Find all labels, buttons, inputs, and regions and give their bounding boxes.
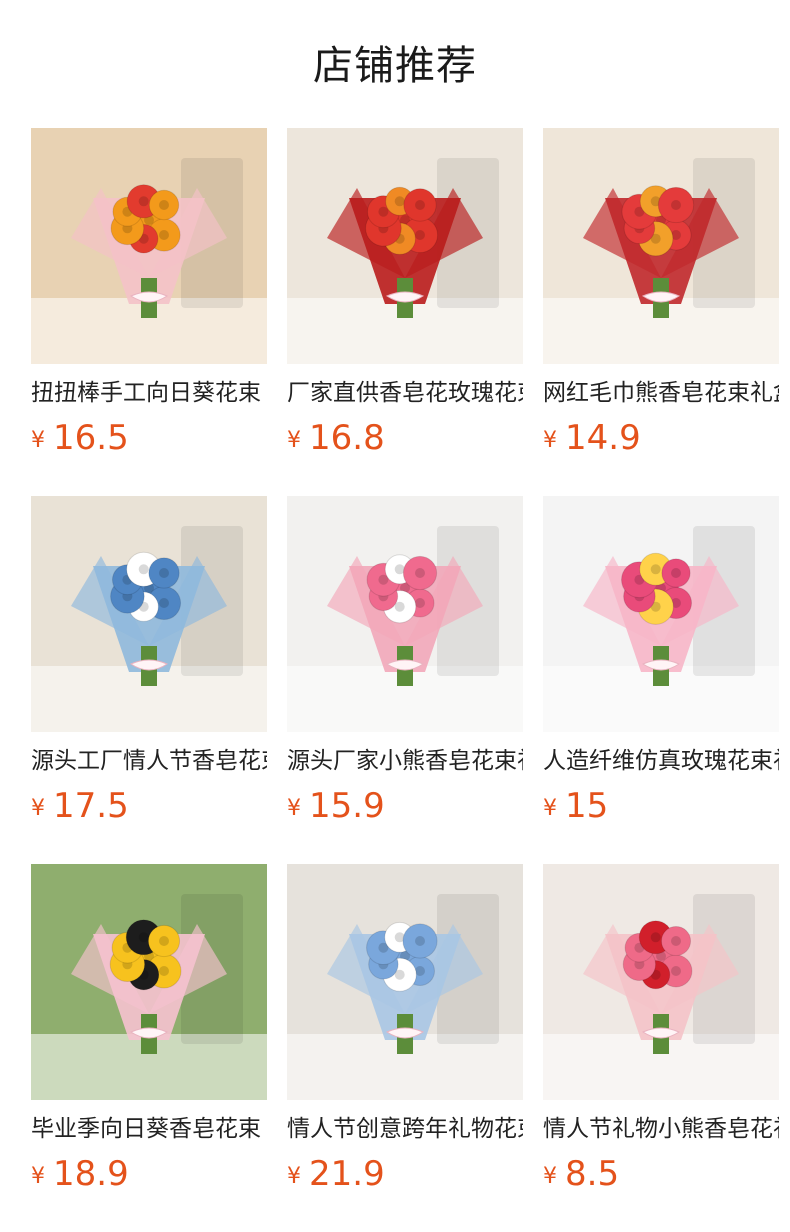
product-price: ¥17.5	[31, 784, 267, 834]
currency-symbol: ¥	[31, 428, 45, 453]
price-value: 17.5	[53, 786, 129, 826]
product-name[interactable]: 扭扭棒手工向日葵花束	[31, 376, 267, 410]
currency-symbol: ¥	[543, 428, 557, 453]
product-image[interactable]	[543, 128, 779, 364]
product-card[interactable]: 人造纤维仿真玫瑰花束礼盒 ¥15	[543, 496, 779, 834]
product-price: ¥16.5	[31, 416, 267, 466]
price-value: 18.9	[53, 1154, 129, 1194]
product-name[interactable]: 人造纤维仿真玫瑰花束礼盒	[543, 744, 779, 778]
product-image[interactable]	[543, 496, 779, 732]
product-image[interactable]	[543, 864, 779, 1100]
product-card[interactable]: 情人节礼物小熊香皂花礼盒 ¥8.5	[543, 864, 779, 1202]
currency-symbol: ¥	[287, 796, 301, 821]
product-card[interactable]: 源头厂家小熊香皂花束礼盒 ¥15.9	[287, 496, 523, 834]
product-name[interactable]: 源头厂家小熊香皂花束礼盒	[287, 744, 523, 778]
product-name[interactable]: 情人节礼物小熊香皂花礼盒	[543, 1112, 779, 1146]
product-price: ¥8.5	[543, 1152, 779, 1202]
product-card[interactable]: 厂家直供香皂花玫瑰花束 ¥16.8	[287, 128, 523, 466]
product-name[interactable]: 毕业季向日葵香皂花束	[31, 1112, 267, 1146]
price-value: 15	[565, 786, 609, 826]
currency-symbol: ¥	[543, 796, 557, 821]
product-price: ¥14.9	[543, 416, 779, 466]
product-image[interactable]	[287, 864, 523, 1100]
product-image[interactable]	[31, 496, 267, 732]
product-card[interactable]: 网红毛巾熊香皂花束礼盒 ¥14.9	[543, 128, 779, 466]
price-value: 15.9	[309, 786, 385, 826]
product-name[interactable]: 情人节创意跨年礼物花束	[287, 1112, 523, 1146]
price-value: 16.8	[309, 418, 385, 458]
product-name[interactable]: 源头工厂情人节香皂花束	[31, 744, 267, 778]
product-card[interactable]: 毕业季向日葵香皂花束 ¥18.9	[31, 864, 267, 1202]
product-name[interactable]: 厂家直供香皂花玫瑰花束	[287, 376, 523, 410]
currency-symbol: ¥	[287, 1164, 301, 1189]
product-card[interactable]: 源头工厂情人节香皂花束 ¥17.5	[31, 496, 267, 834]
product-price: ¥16.8	[287, 416, 523, 466]
page-title: 店铺推荐	[313, 43, 477, 89]
product-price: ¥21.9	[287, 1152, 523, 1202]
price-value: 16.5	[53, 418, 129, 458]
currency-symbol: ¥	[287, 428, 301, 453]
price-value: 14.9	[565, 418, 641, 458]
product-price: ¥15	[543, 784, 779, 834]
product-price: ¥18.9	[31, 1152, 267, 1202]
currency-symbol: ¥	[31, 796, 45, 821]
currency-symbol: ¥	[31, 1164, 45, 1189]
product-price: ¥15.9	[287, 784, 523, 834]
price-value: 21.9	[309, 1154, 385, 1194]
product-image[interactable]	[31, 128, 267, 364]
currency-symbol: ¥	[543, 1164, 557, 1189]
product-name[interactable]: 网红毛巾熊香皂花束礼盒	[543, 376, 779, 410]
product-image[interactable]	[31, 864, 267, 1100]
product-image[interactable]	[287, 496, 523, 732]
price-value: 8.5	[565, 1154, 620, 1194]
product-image[interactable]	[287, 128, 523, 364]
product-card[interactable]: 扭扭棒手工向日葵花束 ¥16.5	[31, 128, 267, 466]
product-card[interactable]: 情人节创意跨年礼物花束 ¥21.9	[287, 864, 523, 1202]
